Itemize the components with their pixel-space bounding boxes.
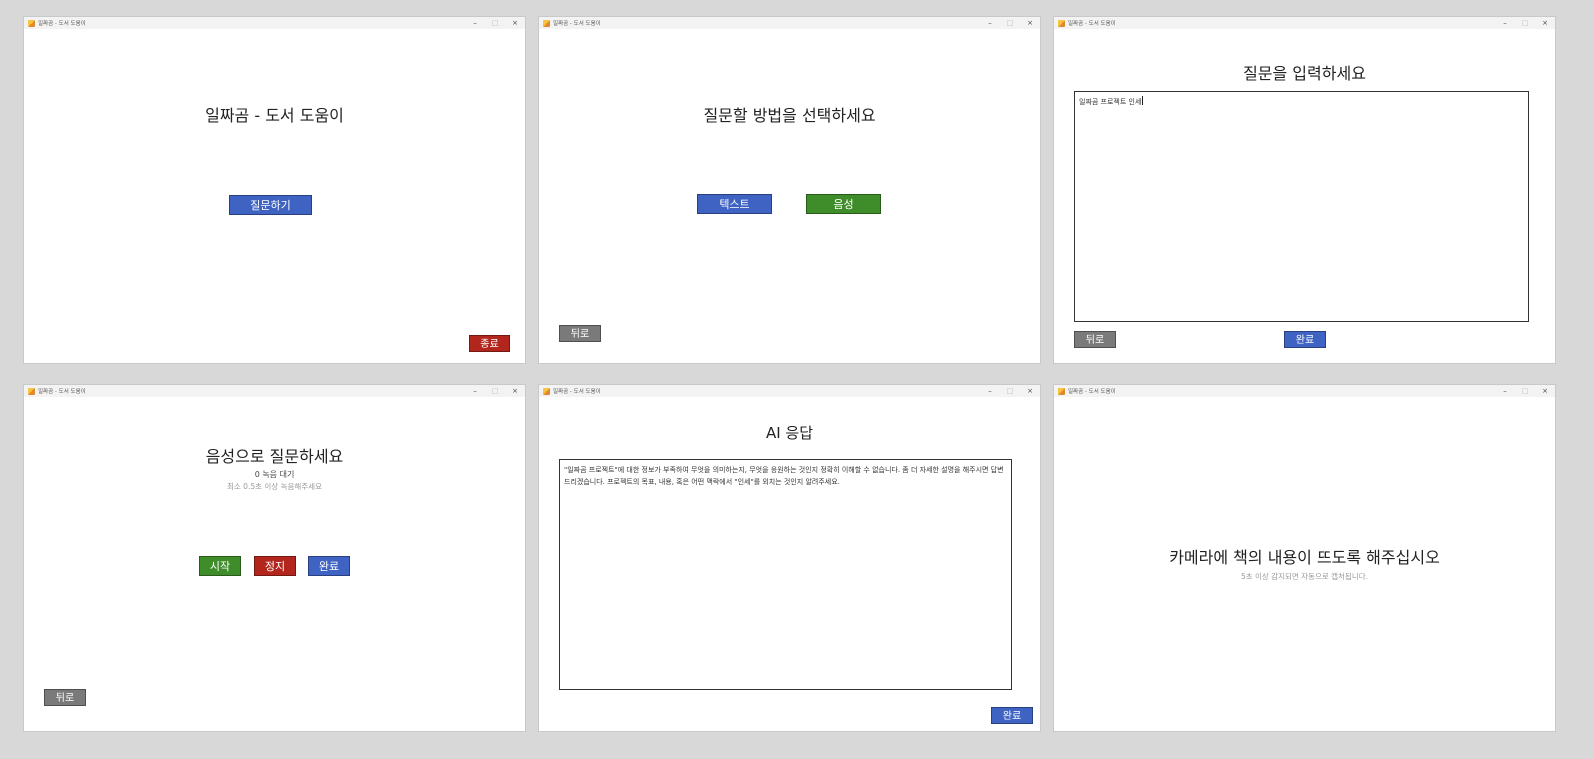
maximize-icon[interactable]: □ bbox=[485, 17, 505, 29]
window-title: 일짜곰 - 도서 도움이 bbox=[1068, 21, 1116, 27]
window-home: 일짜곰 - 도서 도움이 – □ × 일짜곰 - 도서 도움이 질문하기 종료 bbox=[24, 17, 525, 363]
stop-button[interactable]: 정지 bbox=[254, 556, 296, 576]
window-method: 일짜곰 - 도서 도움이 – □ × 질문할 방법을 선택하세요 텍스트 음성 … bbox=[539, 17, 1040, 363]
maximize-icon[interactable]: □ bbox=[1515, 385, 1535, 397]
response-text: "일짜곰 프로젝트"에 대한 정보가 부족하여 무엇을 의미하는지, 무엇을 응… bbox=[564, 466, 1004, 486]
maximize-icon[interactable]: □ bbox=[1000, 17, 1020, 29]
app-icon bbox=[1058, 19, 1065, 27]
window-voice: 일짜곰 - 도서 도움이 – □ × 음성으로 질문하세요 0 녹음 대기 최소… bbox=[24, 385, 525, 731]
back-button[interactable]: 뒤로 bbox=[559, 325, 601, 342]
minimize-icon[interactable]: – bbox=[1495, 385, 1515, 397]
window-title: 일짜곰 - 도서 도움이 bbox=[553, 21, 601, 27]
text-caret bbox=[1142, 96, 1144, 105]
minimize-icon[interactable]: – bbox=[465, 17, 485, 29]
text-button[interactable]: 텍스트 bbox=[697, 194, 772, 214]
app-icon bbox=[543, 387, 550, 395]
window-text-input: 일짜곰 - 도서 도움이 – □ × 질문을 입력하세요 일짜곰 프로젝트 인세… bbox=[1054, 17, 1555, 363]
camera-instruction: 카메라에 책의 내용이 뜨도록 해주십시오 bbox=[1169, 548, 1440, 567]
minimize-icon[interactable]: – bbox=[980, 17, 1000, 29]
camera-hint: 5초 이상 감지되면 자동으로 캡처됩니다. bbox=[1240, 572, 1369, 581]
title-bar: 일짜곰 - 도서 도움이 – □ × bbox=[24, 385, 525, 397]
minimize-icon[interactable]: – bbox=[1495, 17, 1515, 29]
done-button[interactable]: 완료 bbox=[308, 556, 350, 576]
start-button[interactable]: 시작 bbox=[199, 556, 241, 576]
app-icon bbox=[28, 19, 35, 27]
done-button[interactable]: 완료 bbox=[1284, 331, 1326, 348]
minimize-icon[interactable]: – bbox=[980, 385, 1000, 397]
page-title: 음성으로 질문하세요 bbox=[205, 447, 344, 466]
back-button[interactable]: 뒤로 bbox=[1074, 331, 1116, 348]
app-icon bbox=[543, 19, 550, 27]
maximize-icon[interactable]: □ bbox=[485, 385, 505, 397]
ask-button[interactable]: 질문하기 bbox=[229, 195, 312, 215]
page-title: 질문을 입력하세요 bbox=[1243, 64, 1366, 83]
done-button[interactable]: 완료 bbox=[991, 707, 1033, 724]
page-title: 일짜곰 - 도서 도움이 bbox=[205, 106, 344, 125]
exit-button[interactable]: 종료 bbox=[469, 335, 510, 352]
title-bar: 일짜곰 - 도서 도움이 – □ × bbox=[539, 17, 1040, 29]
close-icon[interactable]: × bbox=[1535, 17, 1555, 29]
question-input[interactable]: 일짜곰 프로젝트 인세 bbox=[1074, 91, 1529, 322]
voice-button[interactable]: 음성 bbox=[806, 194, 881, 214]
page-title: 질문할 방법을 선택하세요 bbox=[703, 106, 876, 125]
window-title: 일짜곰 - 도서 도움이 bbox=[38, 21, 86, 27]
title-bar: 일짜곰 - 도서 도움이 – □ × bbox=[1054, 17, 1555, 29]
window-ai-response: 일짜곰 - 도서 도움이 – □ × AI 응답 "일짜곰 프로젝트"에 대한 … bbox=[539, 385, 1040, 731]
window-title: 일짜곰 - 도서 도움이 bbox=[553, 389, 601, 395]
close-icon[interactable]: × bbox=[1020, 385, 1040, 397]
close-icon[interactable]: × bbox=[1535, 385, 1555, 397]
window-title: 일짜곰 - 도서 도움이 bbox=[38, 389, 86, 395]
maximize-icon[interactable]: □ bbox=[1000, 385, 1020, 397]
app-icon bbox=[1058, 387, 1065, 395]
window-camera: 일짜곰 - 도서 도움이 – □ × 카메라에 책의 내용이 뜨도록 해주십시오… bbox=[1054, 385, 1555, 731]
app-icon bbox=[28, 387, 35, 395]
close-icon[interactable]: × bbox=[505, 17, 525, 29]
window-title: 일짜곰 - 도서 도움이 bbox=[1068, 389, 1116, 395]
close-icon[interactable]: × bbox=[1020, 17, 1040, 29]
maximize-icon[interactable]: □ bbox=[1515, 17, 1535, 29]
recording-hint: 최소 0.5초 이상 녹음해주세요 bbox=[227, 482, 322, 491]
response-textbox[interactable]: "일짜곰 프로젝트"에 대한 정보가 부족하여 무엇을 의미하는지, 무엇을 응… bbox=[559, 459, 1012, 690]
title-bar: 일짜곰 - 도서 도움이 – □ × bbox=[1054, 385, 1555, 397]
title-bar: 일짜곰 - 도서 도움이 – □ × bbox=[24, 17, 525, 29]
title-bar: 일짜곰 - 도서 도움이 – □ × bbox=[539, 385, 1040, 397]
recording-status: 0 녹음 대기 bbox=[254, 470, 295, 479]
page-title: AI 응답 bbox=[765, 424, 814, 442]
back-button[interactable]: 뒤로 bbox=[44, 689, 86, 706]
close-icon[interactable]: × bbox=[505, 385, 525, 397]
question-input-value: 일짜곰 프로젝트 인세 bbox=[1079, 98, 1142, 106]
minimize-icon[interactable]: – bbox=[465, 385, 485, 397]
